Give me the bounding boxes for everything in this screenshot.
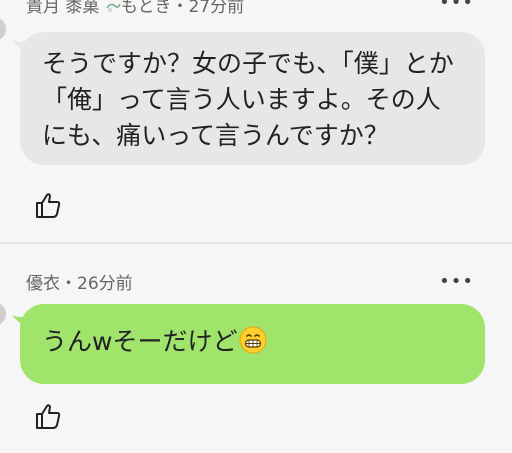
timestamp: 26分前 [77,274,133,294]
author-name[interactable]: 優衣 [26,274,60,294]
avatar[interactable] [0,302,6,326]
more-options-icon[interactable]: ••• [439,0,474,12]
author-badge-icon [105,0,121,13]
separator: ・ [60,274,77,294]
comment-item: 貴月 黍菓 もとき・27分前 ••• そうですか？女の子でも、「僕」とか「俺」っ… [0,0,512,240]
comment-header: 貴月 黍菓 もとき・27分前 [26,0,244,17]
author-name[interactable]: 貴月 黍菓 [26,0,99,17]
thumbs-up-icon[interactable] [34,191,62,219]
divider [0,242,512,244]
separator: ・ [171,0,189,17]
timestamp: 27分前 [188,0,245,17]
thumbs-up-icon[interactable] [34,402,62,430]
comment-thread: 貴月 黍菓 もとき・27分前 ••• そうですか？女の子でも、「僕」とか「俺」っ… [0,0,512,453]
message-bubble: そうですか？女の子でも、「僕」とか「俺」って言う人いますよ。その人にも、痛いって… [20,32,485,165]
grinning-face-icon [239,326,267,354]
message-text: そうですか？女の子でも、「僕」とか「俺」って言う人いますよ。その人にも、痛いって… [42,49,454,150]
message-text: うんwそーだけど [42,327,238,356]
author-suffix: もとき [120,0,172,17]
avatar[interactable] [0,17,6,41]
comment-item: 優衣・26分前 ••• うんwそーだけど [0,253,512,453]
message-bubble: うんwそーだけど [20,304,485,384]
more-options-icon[interactable]: ••• [439,273,474,291]
comment-header: 優衣・26分前 [26,269,133,294]
